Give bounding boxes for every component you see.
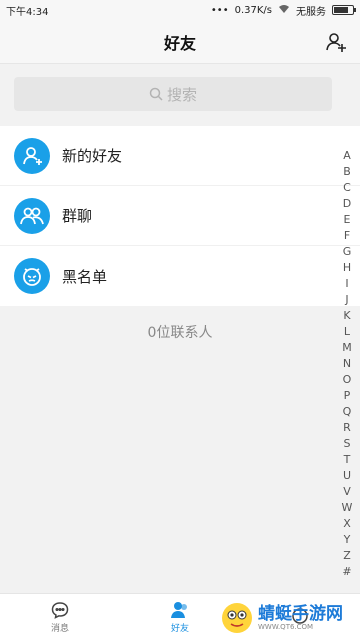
dragonfly-logo-icon (222, 603, 252, 633)
list-item-label: 黑名单 (62, 267, 108, 286)
search-input[interactable]: 搜索 (14, 77, 332, 111)
index-letter[interactable]: Q (343, 404, 352, 420)
index-letter[interactable]: P (344, 388, 351, 404)
battery-icon (332, 5, 356, 15)
index-letter[interactable]: W (342, 500, 353, 516)
group-chat-icon (14, 197, 50, 234)
watermark-url: WWW.QT6.COM (258, 623, 314, 631)
index-letter[interactable]: C (343, 180, 351, 196)
index-letter[interactable]: O (343, 372, 352, 388)
search-icon (149, 87, 163, 101)
list-item-label: 新的好友 (62, 147, 123, 165)
watermark: 蜻蜓手游网 WWW.QT6.COM (220, 598, 356, 638)
list-item-new-friend[interactable]: 新的好友 (0, 126, 360, 186)
index-letter[interactable]: G (343, 244, 352, 260)
tab-messages[interactable]: 消息 (0, 594, 120, 640)
network-speed: 0.37K/s (234, 4, 272, 16)
message-icon (51, 601, 69, 619)
header: 好友 (0, 20, 360, 64)
alphabet-index-bar[interactable]: A B C D E F G H I J K L M N O P Q R S T U V W X Y Z # (340, 148, 354, 580)
carrier-text: 无服务 (296, 6, 326, 18)
index-letter[interactable]: # (342, 564, 351, 580)
index-letter[interactable]: U (343, 468, 351, 484)
list-item-group-chat[interactable]: 群聊 (0, 186, 360, 246)
more-icon: ••• (210, 4, 229, 16)
index-letter[interactable]: Y (344, 532, 351, 548)
contact-count: 0位联系人 (147, 325, 213, 341)
index-letter[interactable]: T (344, 452, 351, 468)
watermark-text-block: 蜻蜓手游网 WWW.QT6.COM (258, 605, 343, 631)
index-letter[interactable]: E (344, 212, 351, 228)
tab-label: 好友 (170, 623, 189, 634)
status-bar: 下午4:34 ••• 0.37K/s 无服务 (0, 0, 360, 20)
page-title: 好友 (163, 33, 196, 53)
index-letter[interactable]: I (345, 276, 348, 292)
index-letter[interactable]: D (343, 196, 351, 212)
index-letter[interactable]: B (343, 164, 351, 180)
index-letter[interactable]: L (344, 324, 350, 340)
index-letter[interactable]: N (343, 356, 351, 372)
watermark-text: 蜻蜓手游网 (258, 604, 343, 624)
tab-label: 消息 (50, 623, 69, 634)
new-friend-icon (14, 137, 50, 174)
blacklist-icon (14, 258, 50, 294)
index-letter[interactable]: J (345, 292, 348, 308)
search-area: 搜索 (0, 64, 360, 126)
list-item-blacklist[interactable]: 黑名单 (0, 246, 360, 306)
index-letter[interactable]: Z (343, 548, 351, 564)
index-letter[interactable]: R (343, 420, 351, 436)
status-time: 下午4:34 (6, 6, 49, 18)
friends-icon (171, 601, 187, 618)
search-placeholder: 搜索 (166, 85, 197, 104)
status-right: ••• 0.37K/s 无服务 (210, 3, 356, 18)
index-letter[interactable]: K (343, 308, 350, 324)
index-letter[interactable]: X (343, 516, 351, 532)
index-letter[interactable]: V (343, 484, 351, 500)
index-letter[interactable]: F (344, 228, 350, 244)
friend-menu-list: 新的好友 群聊 黑名单 (0, 126, 360, 306)
index-letter[interactable]: M (342, 340, 352, 356)
index-letter[interactable]: H (343, 260, 351, 276)
index-letter[interactable]: A (343, 148, 351, 164)
list-item-label: 群聊 (62, 207, 93, 225)
index-letter[interactable]: S (344, 436, 351, 452)
wifi-icon (278, 4, 290, 17)
add-friend-icon[interactable] (324, 30, 348, 54)
